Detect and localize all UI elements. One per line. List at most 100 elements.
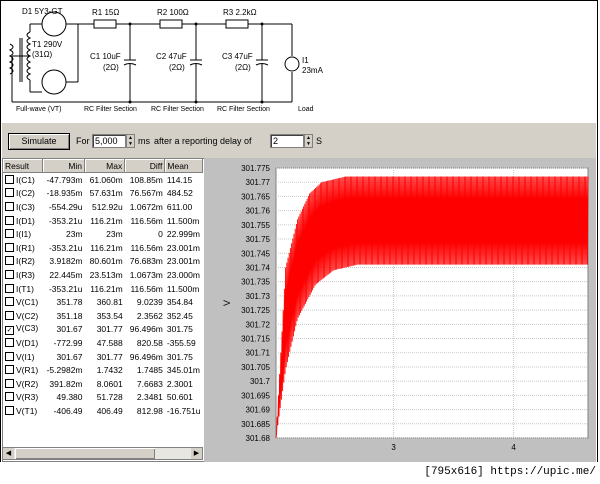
result-checkbox[interactable] [5, 188, 14, 198]
c2-label: C2 47uF [156, 52, 187, 61]
cell-min: 23m [65, 229, 83, 240]
result-checkbox[interactable] [5, 310, 14, 320]
result-checkbox[interactable] [5, 337, 14, 347]
result-checkbox[interactable] [5, 201, 14, 211]
cell-min: 351.78 [56, 297, 83, 308]
result-name: I(C1) [16, 174, 35, 185]
cell-result: I(C3) [3, 200, 43, 214]
column-header-result[interactable]: Result [3, 159, 44, 173]
delay-spinner[interactable]: ▲ ▼ [304, 134, 313, 148]
cell-diff: 1.0673m [129, 269, 163, 280]
table-row[interactable]: I(R2) 3.9182m 80.601m 76.683m 23.001m [3, 255, 203, 269]
result-checkbox[interactable] [5, 215, 14, 225]
c3-esr: (2Ω) [235, 63, 251, 72]
table-row[interactable]: I(T1) -353.21u 116.21m 116.56m 11.500m [3, 282, 203, 296]
table-row[interactable]: V(C1) 351.78 360.81 9.0239 354.84 [3, 295, 203, 309]
simulation-toolbar: Simulate For 5,000 ▲ ▼ ms after a reporti… [2, 122, 596, 159]
spin-down-icon[interactable]: ▼ [127, 141, 134, 147]
c1-label: C1 10uF [90, 52, 121, 61]
cell-mean: 611.00 [166, 201, 193, 212]
cell-max: 353.54 [96, 310, 123, 321]
r1-label: R1 15Ω [92, 8, 120, 17]
y-tick-label: 301.76 [246, 207, 271, 216]
column-header-min[interactable]: Min [42, 159, 86, 173]
cell-diff: 76.683m [129, 256, 163, 267]
y-tick-label: 301.735 [241, 278, 270, 287]
scroll-left-icon[interactable]: ◀ [3, 448, 14, 459]
spin-down-icon[interactable]: ▼ [305, 141, 312, 147]
y-tick-label: 301.765 [241, 192, 270, 201]
cell-diff: 116.56m [130, 242, 163, 253]
table-row[interactable]: I(I1) 23m 23m 0 22.999m [3, 227, 203, 241]
table-row[interactable]: V(R2) 391.82m 8.0601 7.6683 2.3001 [3, 377, 203, 391]
table-row[interactable]: I(C2) -18.935m 57.631m 76.567m 484.52 [3, 187, 203, 201]
cell-mean: 354.84 [166, 297, 193, 308]
result-name: V(R3) [16, 392, 39, 403]
table-row[interactable]: I(D1) -353.21u 116.21m 116.56m 11.500m [3, 214, 203, 228]
duration-input[interactable]: 5,000 [92, 134, 126, 148]
cell-mean: 23.001m [166, 242, 200, 253]
column-header-mean[interactable]: Mean [164, 159, 203, 173]
section-fullwave: Full-wave (VT) [16, 106, 62, 113]
y-tick-label: 301.685 [241, 420, 270, 429]
result-checkbox[interactable] [5, 269, 14, 279]
result-checkbox[interactable] [5, 351, 14, 361]
result-checkbox[interactable] [5, 283, 14, 293]
table-row[interactable]: V(D1) -772.99 47.588 820.58 -355.59 [3, 336, 203, 350]
cell-min: -18.935m [46, 188, 83, 199]
cell-diff: 96.496m [129, 351, 163, 362]
cell-result: I(C2) [3, 187, 43, 201]
table-row[interactable]: I(R1) -353.21u 116.21m 116.56m 23.001m [3, 241, 203, 255]
table-row[interactable]: V(R1) -5.2982m 1.7432 1.7485 345.01m [3, 363, 203, 377]
cell-max: 116.21m [90, 283, 123, 294]
table-row[interactable]: V(R3) 49.380 51.728 2.3481 50.601 [3, 391, 203, 405]
table-row[interactable]: V(T1) -406.49 406.49 812.98 -16.751u [3, 404, 203, 418]
duration-spinner[interactable]: ▲ ▼ [126, 134, 135, 148]
c1-esr: (2Ω) [103, 63, 119, 72]
cell-diff: 96.496m [129, 324, 163, 335]
cell-min: 22.445m [49, 269, 83, 280]
table-row[interactable]: V(I1) 301.67 301.77 96.496m 301.75 [3, 350, 203, 364]
table-row[interactable]: ✓ V(C3) 301.67 301.77 96.496m 301.75 [3, 323, 203, 337]
result-name: V(I1) [16, 351, 35, 362]
result-checkbox[interactable] [5, 392, 14, 402]
result-checkbox[interactable] [5, 256, 14, 266]
result-name: I(D1) [16, 215, 35, 226]
cell-mean: 23.001m [166, 256, 200, 267]
result-checkbox[interactable] [5, 297, 14, 307]
cell-diff: 820.58 [136, 337, 163, 348]
section-load: Load [298, 106, 314, 113]
cell-result: V(D1) [3, 336, 43, 350]
cell-max: 116.21m [90, 242, 123, 253]
simulate-button[interactable]: Simulate [8, 133, 70, 150]
cell-min: -772.99 [53, 337, 83, 348]
horizontal-scrollbar[interactable]: ◀ ▶ [2, 447, 203, 460]
y-tick-label: 301.705 [241, 363, 270, 372]
column-header-diff[interactable]: Diff [124, 159, 166, 173]
table-row[interactable]: I(C3) -554.29u 512.92u 1.0672m 611.00 [3, 200, 203, 214]
scroll-thumb[interactable] [15, 448, 155, 459]
section-rc2: RC Filter Section [151, 106, 204, 113]
cell-max: 116.21m [90, 215, 123, 226]
cell-result: V(R2) [3, 377, 43, 391]
seconds-label: S [316, 136, 323, 146]
result-checkbox[interactable] [5, 174, 14, 184]
result-checkbox[interactable]: ✓ [5, 326, 14, 336]
y-tick-label: 301.74 [246, 263, 271, 272]
result-checkbox[interactable] [5, 242, 14, 252]
y-tick-label: 301.7 [250, 377, 271, 386]
cell-result: I(R2) [3, 255, 43, 269]
scroll-right-icon[interactable]: ▶ [191, 448, 202, 459]
table-row[interactable]: V(C2) 351.18 353.54 2.3562 352.45 [3, 309, 203, 323]
result-name: I(R3) [16, 269, 35, 280]
result-checkbox[interactable] [5, 405, 14, 415]
table-row[interactable]: I(C1) -47.793m 61.060m 108.85m 114.15 [3, 173, 203, 187]
table-row[interactable]: I(R3) 22.445m 23.513m 1.0673m 23.000m [3, 268, 203, 282]
result-checkbox[interactable] [5, 378, 14, 388]
delay-input[interactable]: 2 [270, 134, 304, 148]
result-checkbox[interactable] [5, 229, 14, 239]
result-checkbox[interactable] [5, 365, 14, 375]
cell-result: I(R1) [3, 241, 43, 255]
column-header-max[interactable]: Max [84, 159, 126, 173]
cell-max: 8.0601 [96, 378, 123, 389]
